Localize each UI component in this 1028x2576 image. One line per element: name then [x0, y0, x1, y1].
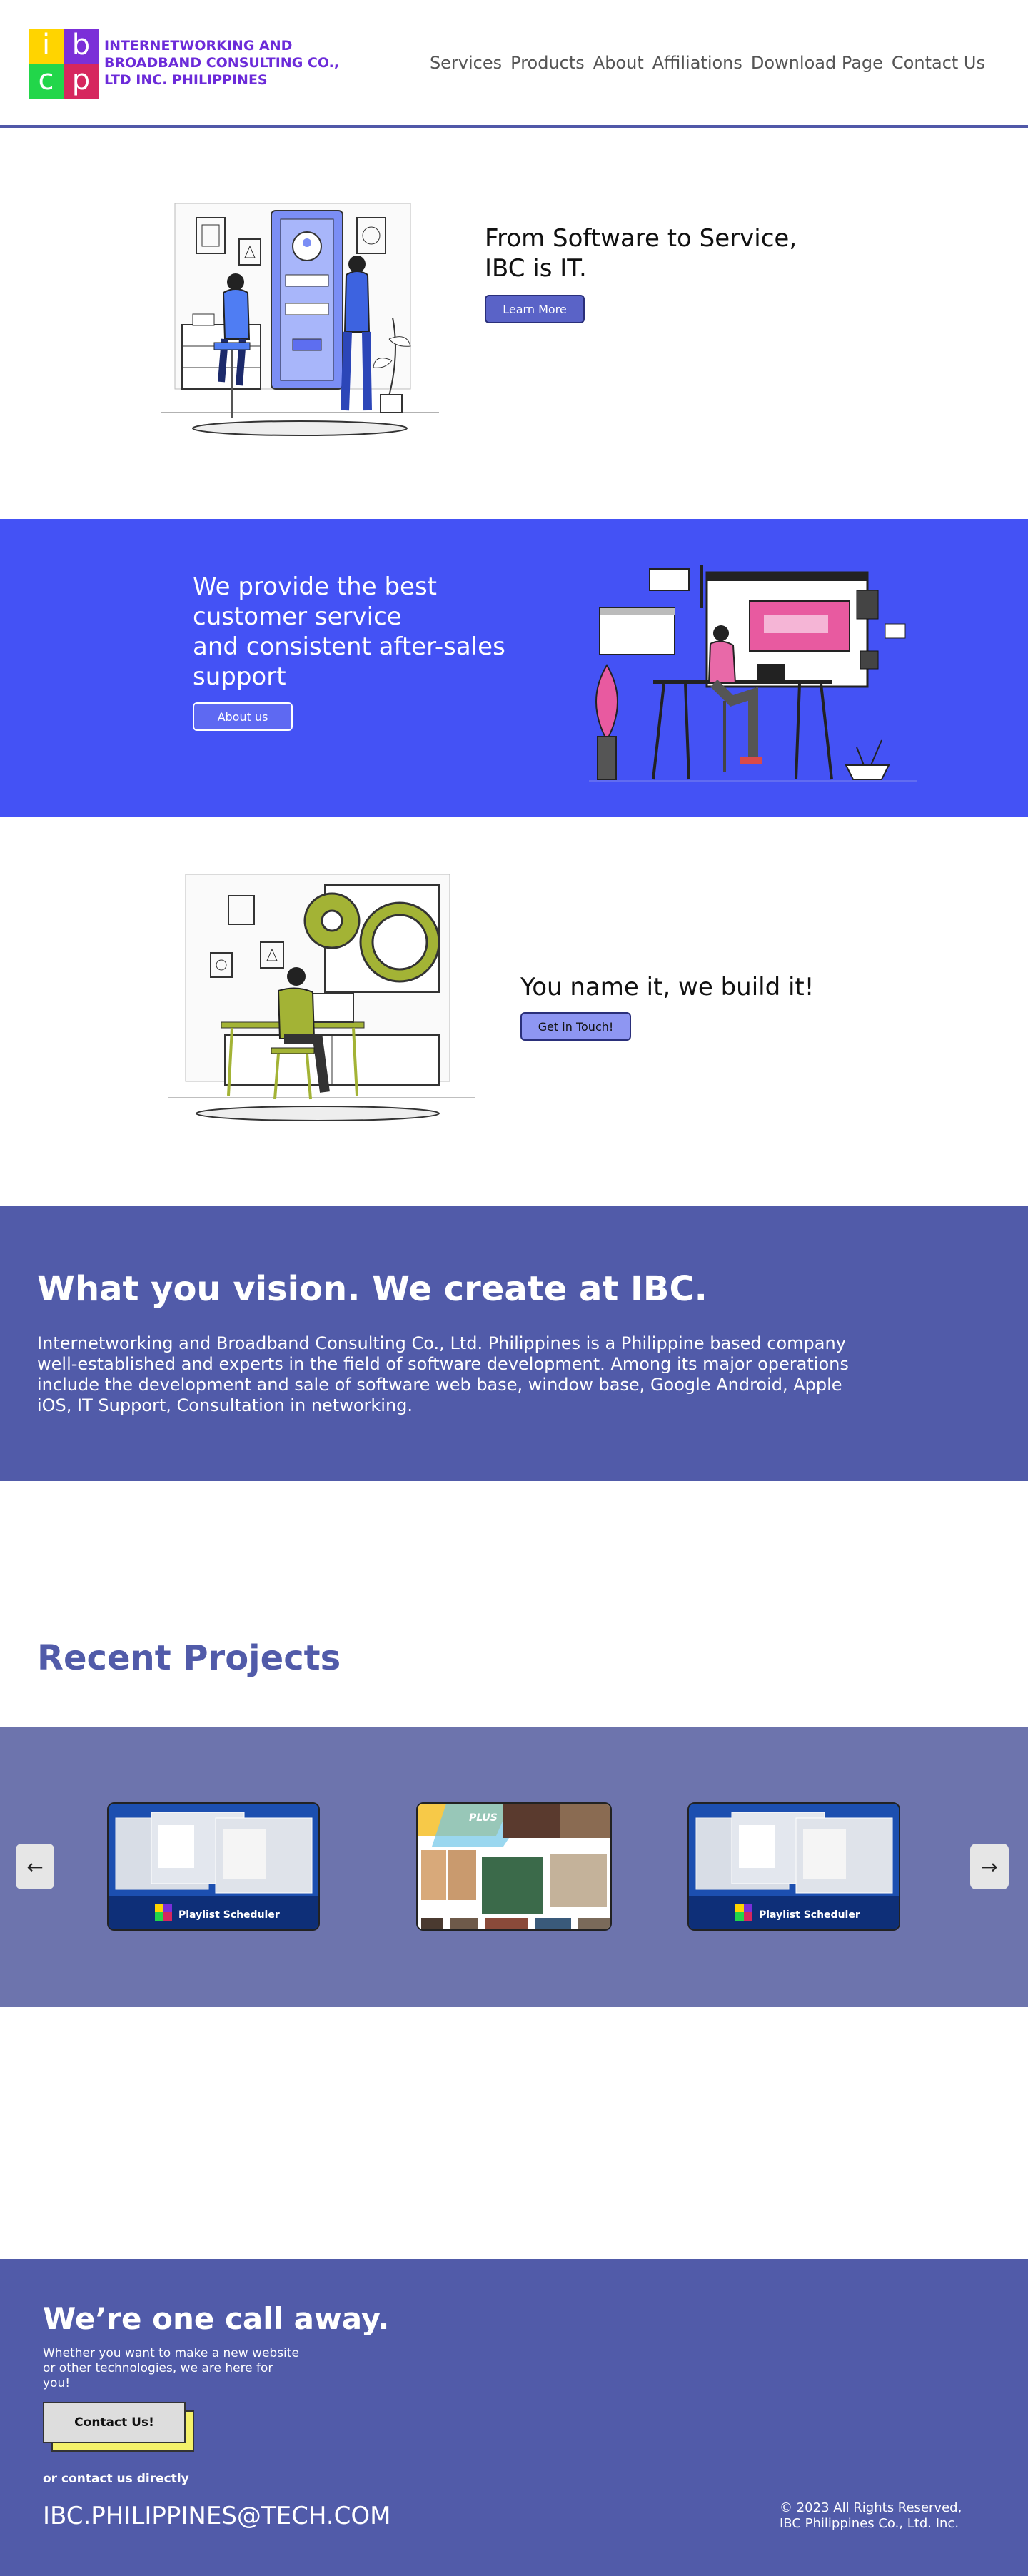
about-heading: What you vision. We create at IBC. [37, 1269, 707, 1309]
nav-services[interactable]: Services [430, 53, 502, 73]
project-slide[interactable]: Playlist Scheduler [687, 1802, 900, 1931]
project-screenshot [418, 1804, 610, 1929]
arrow-right-icon: → [981, 1854, 998, 1879]
contact-us-button[interactable]: Contact Us! [43, 2402, 186, 2443]
cta-heading: We’re one call away. [43, 2301, 390, 2336]
hero-customer-service: We provide the best customer service and… [0, 519, 1028, 817]
logo-letter-c: c [29, 64, 64, 99]
hero2-title-line: We provide the best [193, 572, 437, 601]
nav-about[interactable]: About [593, 53, 644, 73]
direct-contact-label: or contact us directly [43, 2472, 189, 2486]
about-body: Internetworking and Broadband Consulting… [37, 1333, 849, 1415]
slide-caption: PLUS [469, 1812, 498, 1824]
logo-letter-p: p [64, 64, 99, 99]
site-header: i b c p INTERNETWORKING AND BROADBAND CO… [0, 0, 1028, 128]
main-nav: Services Products About Affiliations Dow… [430, 53, 985, 73]
illustration-developer-gears [168, 874, 475, 1121]
copyright-line: IBC Philippines Co., Ltd. Inc. [780, 2516, 959, 2531]
slide-caption: Playlist Scheduler [759, 1909, 860, 1921]
project-slide[interactable]: Playlist Scheduler [107, 1802, 320, 1931]
illustration-support-desk [589, 565, 917, 782]
hero1-title: From Software to Service, IBC is IT. [485, 223, 799, 283]
cta-text: Whether you want to make a new website o… [43, 2346, 299, 2390]
email-link[interactable]: IBC.PHILIPPINES@TECH.COM [43, 2502, 391, 2530]
hero3-title: You name it, we build it! [520, 973, 815, 1001]
illustration-login-team [161, 203, 439, 436]
company-name: INTERNETWORKING AND BROADBAND CONSULTING… [104, 37, 361, 89]
carousel-next-button[interactable]: → [970, 1844, 1009, 1889]
recent-projects-heading: Recent Projects [37, 1638, 341, 1678]
about-section: What you vision. We create at IBC. Inter… [0, 1206, 1028, 1481]
projects-carousel: ← Playlist Scheduler PLUS Playlist Sched… [0, 1727, 1028, 2007]
get-in-touch-button[interactable]: Get in Touch! [520, 1012, 631, 1041]
hero2-title-line: and consistent after-sales [193, 632, 505, 661]
hero1-title-line: IBC is IT. [485, 254, 587, 283]
copyright: © 2023 All Rights Reserved, IBC Philippi… [780, 2500, 994, 2532]
logo-letter-i: i [29, 29, 64, 64]
arrow-left-icon: ← [26, 1854, 44, 1879]
nav-contact-us[interactable]: Contact Us [892, 53, 985, 73]
project-slide[interactable]: PLUS [416, 1802, 612, 1931]
hero1-title-line: From Software to Service, [485, 224, 797, 253]
slide-caption: Playlist Scheduler [178, 1909, 280, 1921]
carousel-prev-button[interactable]: ← [16, 1844, 54, 1889]
hero-you-name-it: You name it, we build it! Get in Touch! [0, 817, 1028, 1206]
hero2-title-line: customer service [193, 602, 402, 631]
hero-software-to-service: From Software to Service, IBC is IT. Lea… [0, 132, 1028, 519]
nav-products[interactable]: Products [510, 53, 585, 73]
logo[interactable]: i b c p [29, 29, 99, 99]
logo-letter-b: b [64, 29, 99, 64]
site-footer: We’re one call away. Whether you want to… [0, 2259, 1028, 2576]
contact-us-button-wrap: Contact Us! [43, 2402, 200, 2452]
about-us-button[interactable]: About us [193, 702, 293, 731]
hero2-title-line: support [193, 662, 286, 691]
copyright-line: © 2023 All Rights Reserved, [780, 2500, 962, 2515]
company-name-line: INTERNETWORKING AND [104, 38, 293, 54]
company-name-line: LTD INC. PHILIPPINES [104, 72, 268, 88]
nav-affiliations[interactable]: Affiliations [652, 53, 742, 73]
learn-more-button[interactable]: Learn More [485, 295, 585, 323]
nav-download-page[interactable]: Download Page [751, 53, 883, 73]
hero2-title: We provide the best customer service and… [193, 572, 550, 692]
company-name-line: BROADBAND CONSULTING CO., [104, 55, 340, 71]
